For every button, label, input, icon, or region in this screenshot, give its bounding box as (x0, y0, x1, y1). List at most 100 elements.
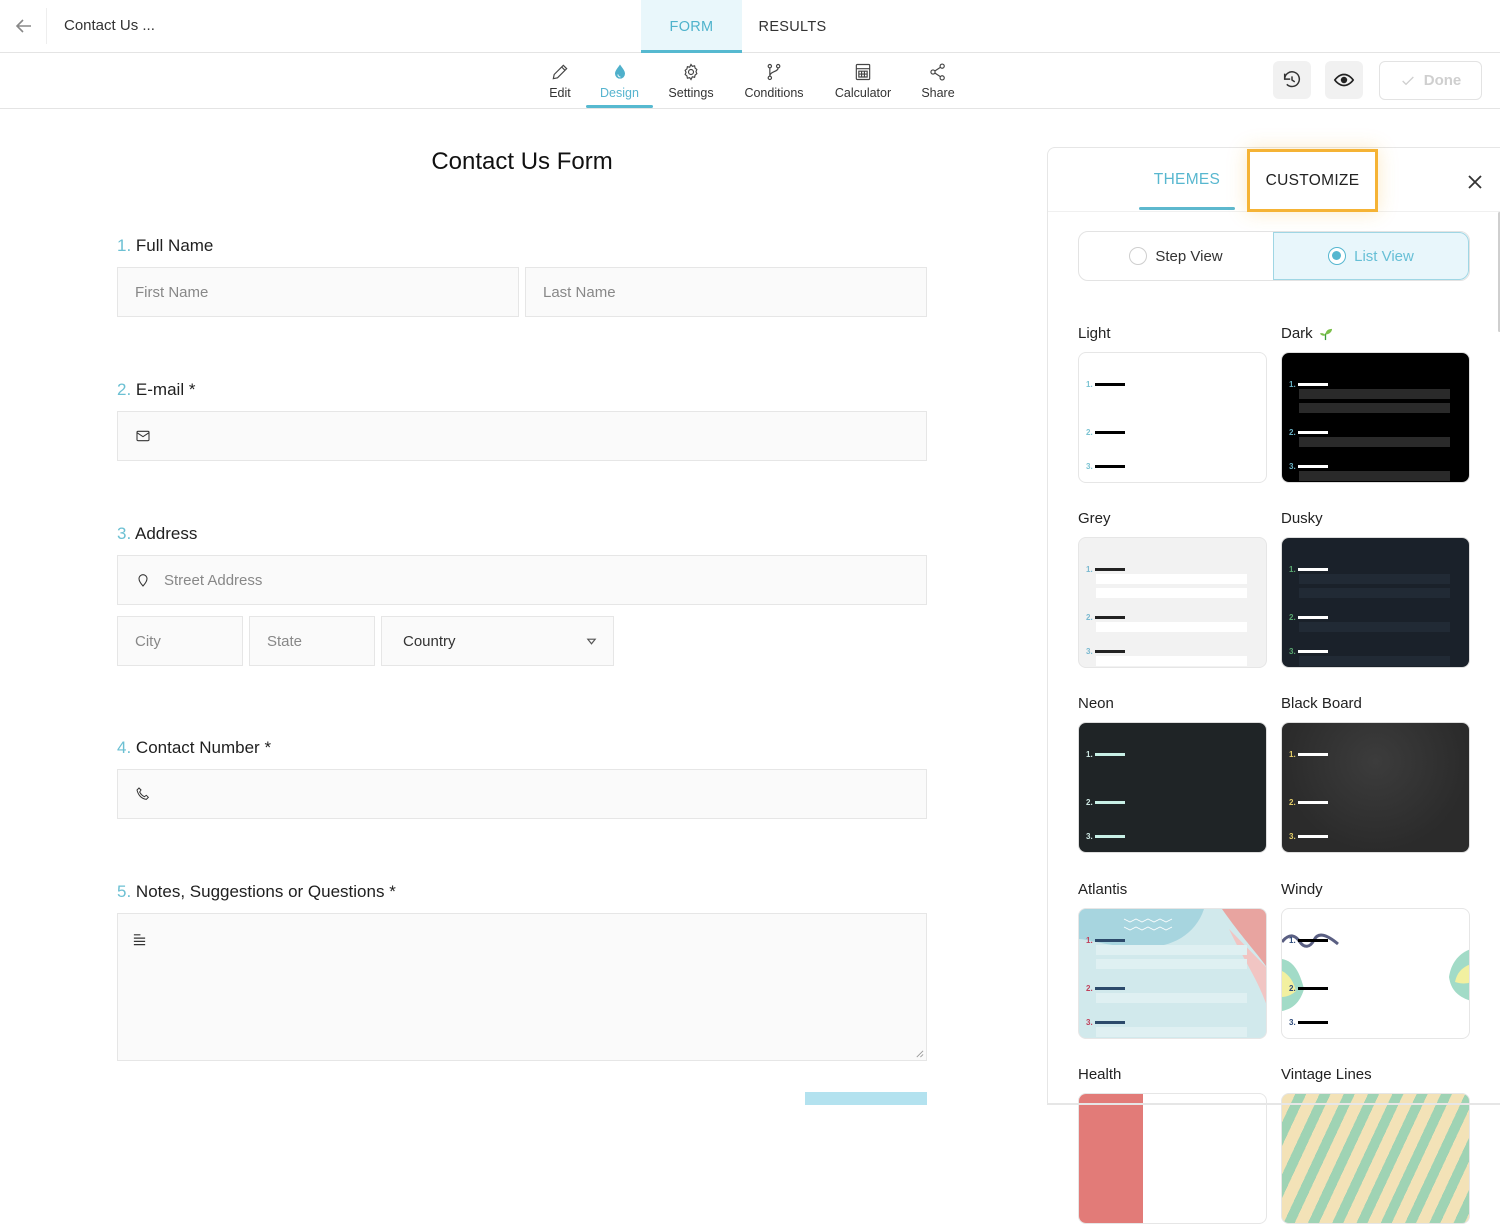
option-label: List View (1354, 247, 1414, 265)
theme-card-windy[interactable]: Windy 1. 2. 3. (1281, 876, 1470, 1039)
thumb-line: 3. (1289, 647, 1328, 656)
share-icon (930, 63, 945, 81)
history-button[interactable] (1273, 61, 1311, 99)
check-icon (1401, 76, 1414, 85)
theme-card-light[interactable]: Light 1. 2. 3. (1078, 320, 1267, 483)
theme-card-black-board[interactable]: Black Board 1. 2. 3. (1281, 690, 1470, 853)
arrow-left-icon (15, 19, 31, 33)
thumb-line: 2. (1289, 984, 1328, 993)
theme-name: Grey (1078, 509, 1111, 527)
street-address-input[interactable]: Street Address (117, 555, 927, 605)
back-button[interactable] (12, 14, 36, 38)
thumb-line: 3. (1086, 462, 1125, 471)
country-select[interactable]: Country (381, 616, 614, 666)
question-number: 5. (117, 882, 132, 901)
tool-tabs: Edit Design Settings Conditions Calculat… (536, 53, 969, 109)
builder-toolbar: Edit Design Settings Conditions Calculat… (0, 53, 1500, 109)
theme-name-row: Dark (1281, 320, 1470, 346)
tool-share[interactable]: Share (907, 53, 969, 109)
text-lines-icon (133, 934, 146, 946)
list-view-option[interactable]: List View (1273, 232, 1469, 280)
state-input[interactable]: State (249, 616, 375, 666)
branch-icon (767, 63, 781, 81)
theme-card-health[interactable]: Health (1078, 1061, 1267, 1224)
theme-name: Light (1078, 324, 1111, 342)
thumb-line: 2. (1086, 984, 1125, 993)
thumb-line: 3. (1086, 647, 1125, 656)
panel-tabs: THEMES CUSTOMIZE (1048, 148, 1500, 212)
theme-card-grey[interactable]: Grey 1. 2. 3. (1078, 505, 1267, 668)
theme-panel: THEMES CUSTOMIZE Step View List View Lig… (1047, 147, 1500, 1224)
question-number: 1. (117, 236, 132, 255)
theme-name: Dark (1281, 324, 1313, 342)
tool-conditions[interactable]: Conditions (729, 53, 819, 109)
option-label: Step View (1155, 247, 1223, 265)
theme-thumbnail (1078, 1093, 1267, 1224)
preview-button[interactable] (1325, 61, 1363, 99)
thumb-line: 3. (1086, 1018, 1125, 1027)
tool-label: Calculator (834, 86, 892, 100)
radio-button[interactable] (1129, 247, 1148, 265)
question-text: Notes, Suggestions or Questions (135, 882, 385, 901)
theme-card-atlantis[interactable]: Atlantis 1. 2. 3. (1078, 876, 1267, 1039)
notes-textarea[interactable] (117, 913, 927, 1061)
tool-label: Design (600, 86, 639, 100)
resize-handle-icon[interactable] (915, 1049, 924, 1058)
theme-name: Dusky (1281, 509, 1323, 527)
theme-card-dark[interactable]: Dark 1. 2. 3. (1281, 320, 1470, 483)
tab-customize[interactable]: CUSTOMIZE (1247, 149, 1378, 212)
last-name-input[interactable]: Last Name (525, 267, 927, 317)
close-panel-button[interactable] (1465, 172, 1485, 192)
tab-results[interactable]: RESULTS (742, 0, 843, 53)
step-view-option[interactable]: Step View (1079, 232, 1273, 280)
thumb-line: 2. (1086, 798, 1125, 807)
theme-thumbnail: 1. 2. 3. (1078, 352, 1267, 483)
tool-settings[interactable]: Settings (653, 53, 729, 109)
thumb-line: 2. (1086, 428, 1125, 437)
tool-label: Settings (668, 86, 714, 100)
first-name-input[interactable]: First Name (117, 267, 519, 317)
theme-name: Atlantis (1078, 880, 1128, 898)
question-text: Contact Number (135, 738, 260, 757)
question-label: 3. Address (117, 524, 197, 544)
location-pin-icon (138, 574, 148, 587)
thumb-line: 2. (1086, 613, 1125, 622)
required-marker: * (188, 380, 196, 399)
tool-edit[interactable]: Edit (536, 53, 584, 109)
email-input[interactable] (117, 411, 927, 461)
tool-calculator[interactable]: Calculator (819, 53, 907, 109)
tool-design[interactable]: Design (586, 53, 653, 109)
theme-thumbnail: 1. 2. 3. (1078, 722, 1267, 853)
question-label: 4. Contact Number * (117, 738, 271, 758)
contact-number-input[interactable] (117, 769, 927, 819)
theme-card-neon[interactable]: Neon 1. 2. 3. (1078, 690, 1267, 853)
eye-icon (1333, 73, 1355, 87)
tool-label: Share (921, 86, 955, 100)
thumb-line: 2. (1289, 428, 1328, 437)
thumb-line: 1. (1086, 750, 1125, 759)
city-input[interactable]: City (117, 616, 243, 666)
theme-card-dusky[interactable]: Dusky 1. 2. 3. (1281, 505, 1470, 668)
theme-thumbnail: 1. 2. 3. (1281, 537, 1470, 668)
theme-name: Windy (1281, 880, 1323, 898)
submit-button[interactable] (805, 1092, 927, 1105)
question-text: E-mail (135, 380, 185, 399)
placeholder: Last Name (543, 283, 616, 301)
thumb-line: 2. (1289, 613, 1328, 622)
required-marker: * (389, 882, 396, 901)
theme-name: Health (1078, 1065, 1122, 1083)
thumb-line: 1. (1289, 565, 1328, 574)
calculator-icon (855, 63, 871, 81)
tab-form[interactable]: FORM (641, 0, 742, 53)
done-button[interactable]: Done (1379, 61, 1482, 100)
radio-button[interactable] (1328, 247, 1347, 265)
thumb-line: 1. (1086, 936, 1125, 945)
theme-card-vintage-lines[interactable]: Vintage Lines (1281, 1061, 1470, 1224)
tab-themes[interactable]: THEMES (1139, 150, 1235, 210)
phone-icon (136, 787, 150, 800)
question-label: 2. E-mail * (117, 380, 195, 400)
placeholder: First Name (135, 283, 209, 301)
theme-thumbnail: 1. 2. 3. (1078, 908, 1267, 1039)
gear-icon (684, 63, 698, 81)
question-label: 5. Notes, Suggestions or Questions * (117, 882, 396, 902)
